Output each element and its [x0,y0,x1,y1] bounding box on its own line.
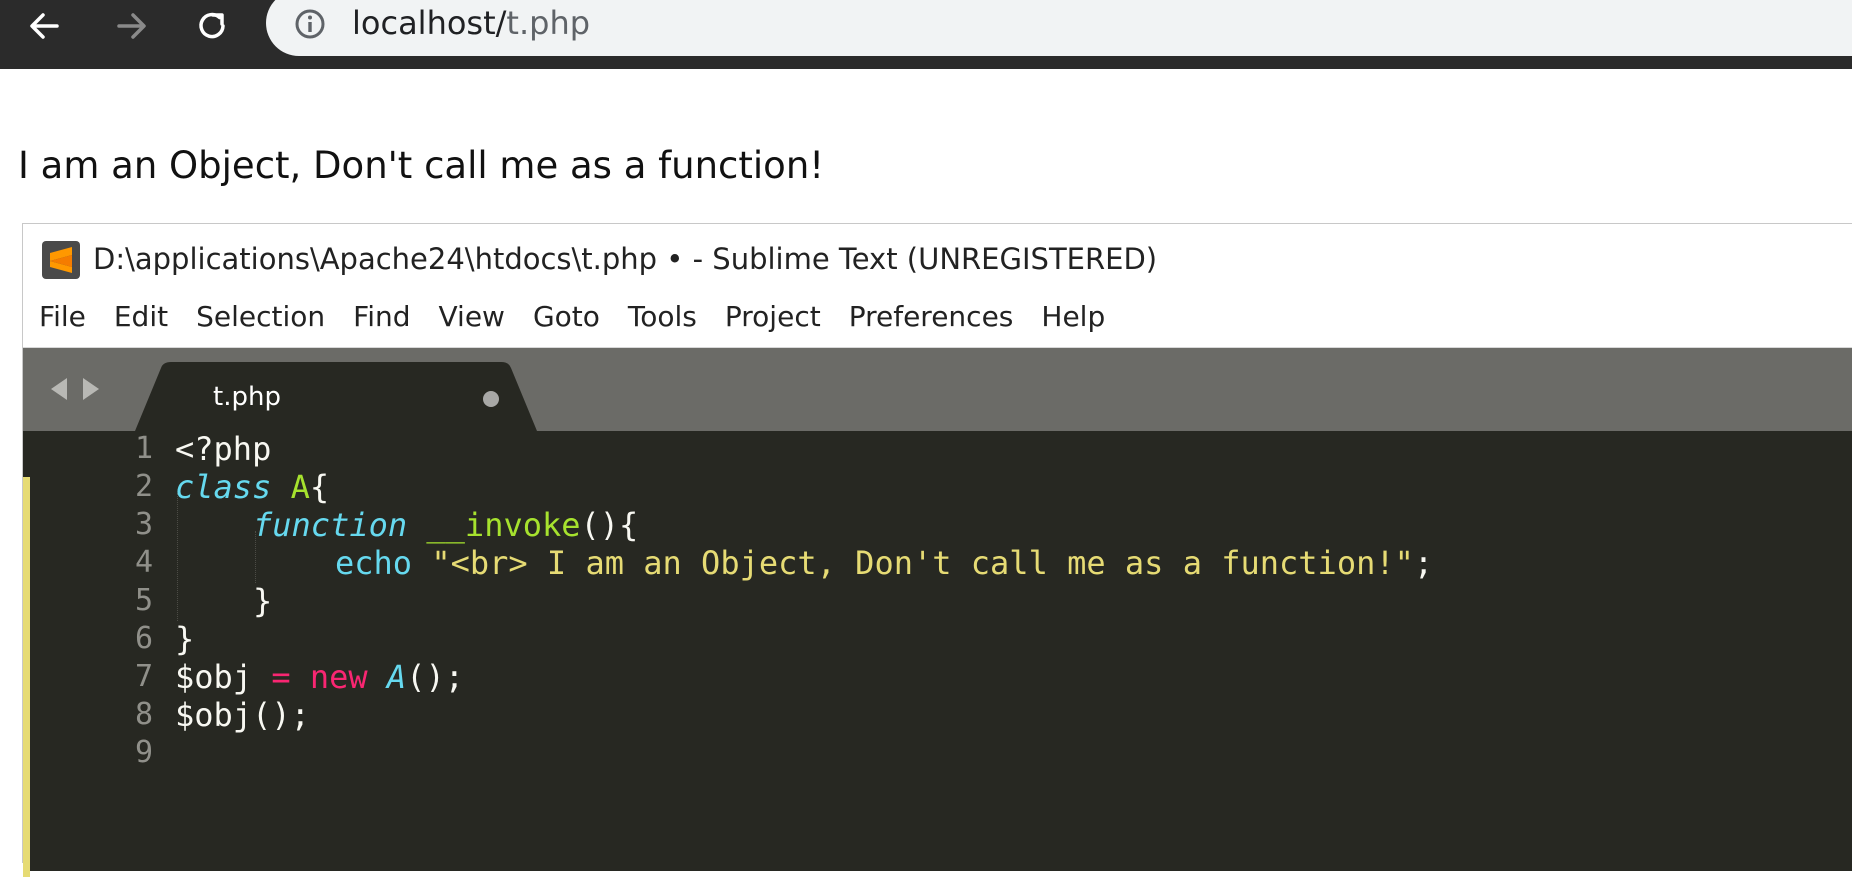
semicolon: ; [1413,544,1434,582]
window-title: D:\applications\Apache24\htdocs\t.php • … [93,242,1158,276]
menu-help[interactable]: Help [1041,300,1105,333]
unsaved-indicator-icon[interactable] [483,391,499,407]
code-editor[interactable]: 1 2 3 4 5 6 7 8 9 <?php class A{ functio… [23,430,1852,877]
back-arrow-icon [30,13,59,39]
code-line-4: echo "<br> I am an Object, Don't call me… [335,541,1433,585]
closing-brace: } [175,620,195,658]
variable: $obj [175,658,253,696]
tab-next-icon[interactable] [81,376,101,402]
back-button[interactable] [12,0,76,52]
menu-tools[interactable]: Tools [628,300,697,333]
call-parens: (); [406,658,464,696]
keyword-new: new [309,658,368,696]
url-text[interactable]: localhost/t.php [352,4,590,42]
menu-view[interactable]: View [439,300,505,333]
variable-call: $obj(); [175,696,310,734]
tab-strip: t.php [23,348,1852,431]
string-literal: "<br> I am an Object, Don't call me as a… [431,544,1414,582]
modified-lines-marker [23,477,30,877]
indent-guide [177,493,178,621]
menu-selection[interactable]: Selection [196,300,325,333]
tab-background [135,362,537,431]
keyword-class: class [175,468,272,506]
address-bar[interactable]: localhost/t.php [266,0,1852,56]
menu-find[interactable]: Find [353,300,410,333]
tab-t-php[interactable]: t.php [135,362,537,431]
url-path: t.php [506,4,591,42]
tab-navigation [49,376,101,402]
assign-operator: = [271,658,291,696]
info-icon[interactable] [294,8,326,40]
tab-prev-icon[interactable] [49,376,69,402]
line-number: 5 [134,583,153,618]
menu-preferences[interactable]: Preferences [849,300,1014,333]
reload-icon [199,12,225,39]
line-number: 4 [134,545,153,580]
php-open-tag: <?php [175,430,272,468]
class-name: A [290,468,310,506]
url-host: localhost/ [352,4,507,42]
menu-bar: File Edit Selection Find View Goto Tools… [23,294,1852,338]
line-number: 1 [134,431,153,466]
function-name: __invoke [426,506,581,544]
line-number: 6 [134,621,153,656]
keyword-function: function [253,506,408,544]
tab-label: t.php [213,382,281,412]
closing-brace: } [253,582,273,620]
forward-arrow-icon [117,13,146,39]
sublime-text-window: D:\applications\Apache24\htdocs\t.php • … [22,223,1852,877]
page-output-text: I am an Object, Don't call me as a funct… [18,144,825,187]
menu-edit[interactable]: Edit [114,300,168,333]
line-number: 3 [134,507,153,542]
reload-button[interactable] [180,0,244,52]
title-bar: D:\applications\Apache24\htdocs\t.php • … [23,224,1852,284]
menu-project[interactable]: Project [725,300,821,333]
code-line-8: $obj(); [175,693,310,737]
keyword-echo: echo [335,544,413,582]
sublime-logo-icon [42,241,80,279]
class-reference: A [386,658,407,696]
line-number: 7 [134,659,153,694]
menu-goto[interactable]: Goto [533,300,600,333]
menu-file[interactable]: File [39,300,86,333]
parens: (){ [580,506,639,544]
browser-toolbar: localhost/t.php [0,0,1852,69]
code-line-5: } [253,579,272,623]
line-number: 2 [134,469,153,504]
line-number: 9 [134,735,153,770]
forward-button[interactable] [100,0,164,52]
line-number: 8 [134,697,153,732]
brace: { [309,468,330,506]
